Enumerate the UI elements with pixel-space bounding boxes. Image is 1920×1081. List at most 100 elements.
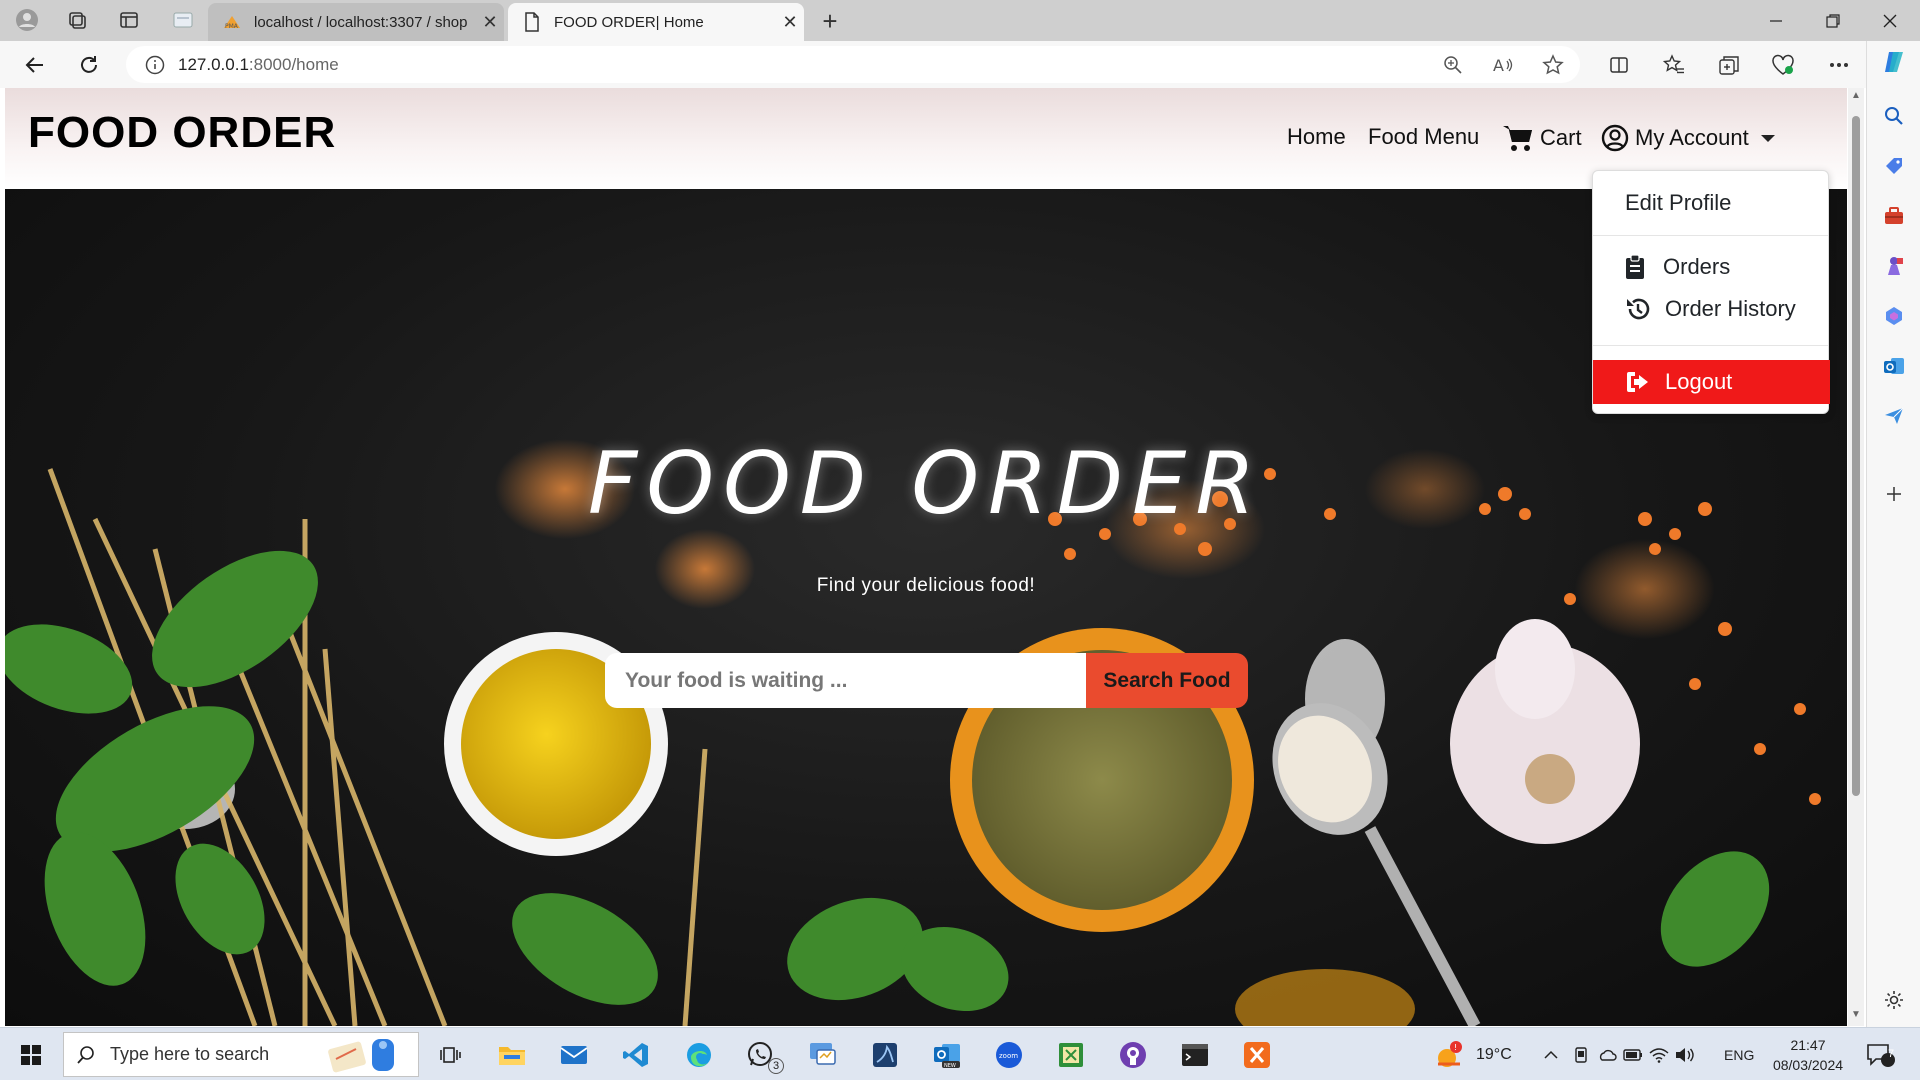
nav-food-menu[interactable]: Food Menu [1368, 124, 1479, 150]
close-window-icon[interactable] [1860, 0, 1920, 41]
windows-taskbar: Type here to search 3 NEW zoom ! 19°C EN… [0, 1027, 1920, 1080]
github-icon[interactable] [1118, 1040, 1148, 1070]
search-food-button[interactable]: Search Food [1086, 653, 1248, 708]
notifications-button[interactable]: 7 [1866, 1028, 1896, 1081]
scroll-up-icon[interactable]: ▲ [1851, 91, 1861, 101]
minimize-icon[interactable] [1746, 0, 1806, 41]
windows-start-icon[interactable] [16, 1040, 46, 1070]
copilot-icon[interactable] [1881, 49, 1907, 75]
dropdown-edit-profile[interactable]: Edit Profile [1593, 181, 1828, 225]
nav-home[interactable]: Home [1287, 124, 1346, 150]
address-bar[interactable]: 127.0.0.1:8000/home [126, 46, 1580, 83]
site-brand[interactable]: FOOD ORDER [28, 108, 336, 158]
address-toolbar: 127.0.0.1:8000/home A [0, 41, 1920, 88]
split-screen-icon[interactable] [1606, 52, 1632, 78]
file-explorer-icon[interactable] [497, 1040, 527, 1070]
games-icon[interactable] [1881, 253, 1907, 279]
favorites-icon[interactable] [1661, 52, 1687, 78]
history-icon [1625, 296, 1651, 322]
user-circle-icon [1601, 124, 1629, 152]
hero-title: FOOD ORDER [587, 434, 1265, 534]
nav-my-account-label: My Account [1635, 125, 1749, 150]
battery-icon[interactable] [1620, 1048, 1646, 1061]
input-language[interactable]: ENG [1724, 1028, 1754, 1081]
nav-cart-label: Cart [1540, 125, 1582, 150]
collections-icon[interactable] [1716, 52, 1742, 78]
outlook-new-icon[interactable]: NEW [932, 1040, 962, 1070]
wifi-icon[interactable] [1646, 1047, 1672, 1063]
clock[interactable]: 21:47 08/03/2024 [1770, 1028, 1846, 1081]
clock-time: 21:47 [1790, 1036, 1826, 1053]
dropdown-order-history[interactable]: Order History [1593, 287, 1828, 331]
svg-text:!: ! [1454, 1043, 1457, 1052]
tab-title: FOOD ORDER| Home [554, 13, 704, 31]
restore-icon[interactable] [1803, 0, 1863, 41]
volume-icon[interactable] [1672, 1047, 1698, 1063]
svg-text:NEW: NEW [944, 1063, 956, 1069]
scroll-down-icon[interactable]: ▼ [1851, 1010, 1861, 1020]
device-icon[interactable] [1568, 1046, 1594, 1063]
dropdown-logout[interactable]: Logout [1593, 360, 1830, 404]
outlook-icon[interactable] [1881, 353, 1907, 379]
zoom-icon[interactable] [1440, 52, 1466, 78]
whatsapp-icon[interactable]: 3 [746, 1040, 784, 1074]
browser-tab-strip: PMA localhost / localhost:3307 / shop ✕ … [0, 0, 1920, 41]
add-icon[interactable] [1881, 481, 1907, 507]
vscode-icon[interactable] [621, 1040, 651, 1070]
nav-my-account[interactable]: My Account [1601, 124, 1775, 152]
excel-like-icon[interactable] [1056, 1040, 1086, 1070]
nav-cart[interactable]: Cart [1502, 124, 1582, 152]
taskbar-search-box[interactable]: Type here to search [63, 1032, 419, 1077]
browser-essentials-icon[interactable] [1770, 52, 1796, 78]
close-tab-icon[interactable]: ✕ [476, 12, 504, 33]
search-icon [76, 1045, 96, 1065]
food-search-input[interactable]: Your food is waiting ... [605, 653, 1086, 708]
tab-title: localhost / localhost:3307 / shop [254, 13, 468, 31]
edit-profile-label: Edit Profile [1625, 190, 1732, 215]
scrollbar-thumb[interactable] [1852, 116, 1860, 796]
clipboard-icon [1625, 254, 1645, 280]
more-menu-icon[interactable] [1826, 52, 1852, 78]
favorite-star-icon[interactable] [1540, 52, 1566, 78]
zoom-app-icon[interactable]: zoom [994, 1040, 1024, 1070]
close-tab-icon[interactable]: ✕ [776, 12, 804, 33]
send-icon[interactable] [1881, 403, 1907, 429]
taskbar-search-placeholder: Type here to search [110, 1044, 270, 1064]
site-navbar: FOOD ORDER Home Food Menu Cart My Accoun… [5, 88, 1847, 189]
reload-icon[interactable] [72, 49, 106, 81]
tab-actions-icon[interactable] [114, 6, 144, 34]
show-hidden-icons-chevron-icon[interactable] [1540, 1050, 1562, 1060]
mail-icon[interactable] [559, 1040, 589, 1070]
database-tool-icon[interactable] [870, 1040, 900, 1070]
read-aloud-icon[interactable]: A [1490, 52, 1516, 78]
nav-food-menu-label: Food Menu [1368, 124, 1480, 149]
new-tab-icon[interactable]: + [815, 6, 845, 36]
microsoft-365-icon[interactable] [1881, 303, 1907, 329]
search-icon[interactable] [1881, 103, 1907, 129]
tools-icon[interactable] [1881, 203, 1907, 229]
page-scrollbar[interactable]: ▲ ▼ [1848, 88, 1864, 1026]
onedrive-icon[interactable] [1594, 1048, 1620, 1062]
dropdown-divider [1593, 345, 1828, 346]
task-view-icon[interactable] [436, 1040, 466, 1070]
cart-icon [1502, 124, 1534, 152]
xampp-icon[interactable] [1242, 1040, 1272, 1070]
profile-icon[interactable] [12, 6, 42, 34]
pinned-tab-icon[interactable] [168, 6, 198, 34]
site-info-icon[interactable] [144, 54, 166, 76]
tab-food-order[interactable]: FOOD ORDER| Home ✕ [508, 3, 804, 41]
weather-icon: ! [1434, 1040, 1468, 1070]
tab-phpmyadmin[interactable]: PMA localhost / localhost:3307 / shop ✕ [208, 3, 504, 41]
shopping-tag-icon[interactable] [1881, 153, 1907, 179]
workspaces-icon[interactable] [62, 6, 92, 34]
settings-gear-icon[interactable] [1881, 987, 1907, 1013]
food-background-image [5, 439, 1821, 1026]
edge-browser-icon[interactable] [684, 1040, 714, 1070]
terminal-icon[interactable] [1180, 1040, 1210, 1070]
page-viewport: FOOD ORDER Find your delicious food! You… [5, 88, 1847, 1026]
chevron-down-icon [1760, 134, 1775, 142]
dropdown-orders[interactable]: Orders [1593, 247, 1828, 287]
remote-desktop-icon[interactable] [808, 1040, 838, 1070]
back-icon[interactable] [18, 49, 52, 81]
weather-widget[interactable]: ! 19°C [1434, 1028, 1512, 1081]
